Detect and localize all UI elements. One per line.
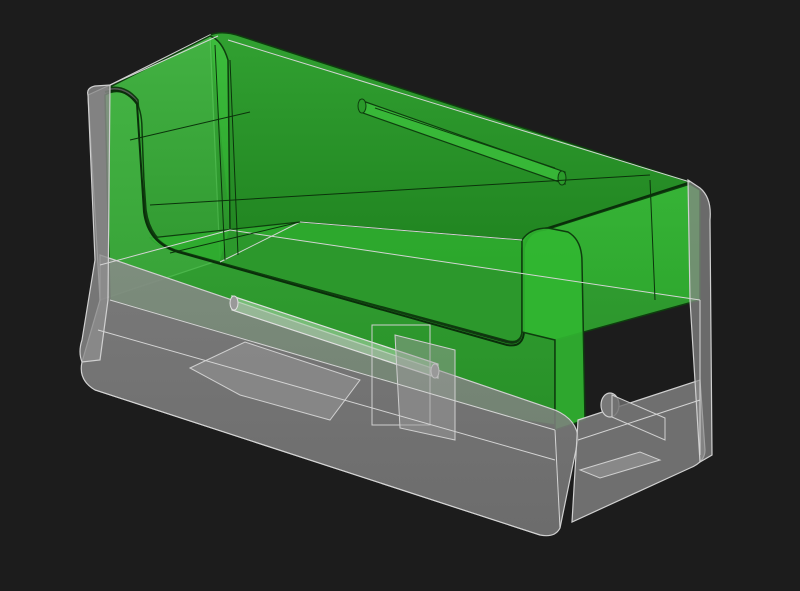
cad-viewport[interactable] <box>0 0 800 591</box>
left-shell-wall <box>79 84 111 363</box>
base-right-face <box>571 379 706 523</box>
3d-model-view[interactable] <box>0 0 800 591</box>
